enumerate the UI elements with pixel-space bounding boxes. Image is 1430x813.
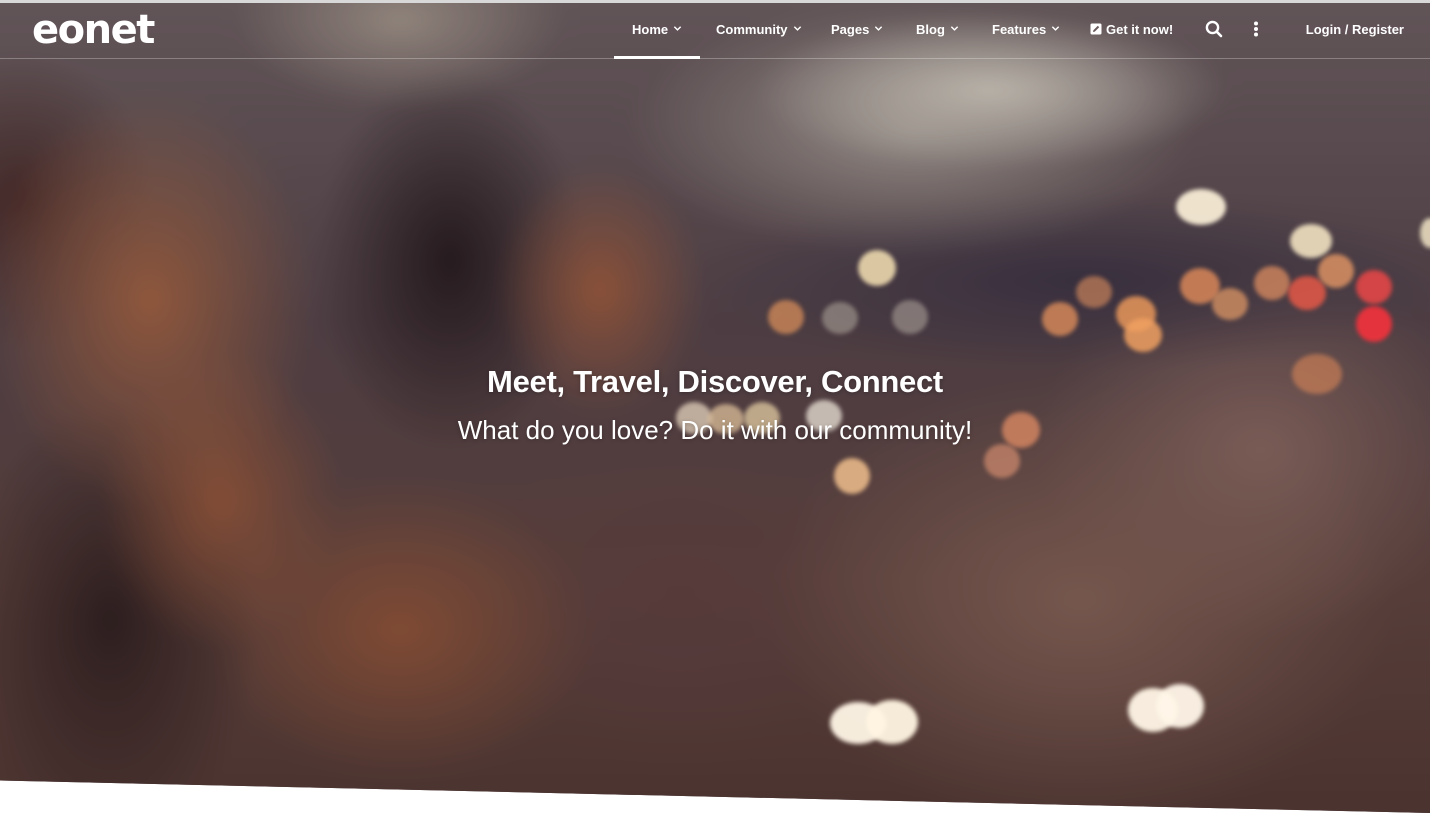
- bokeh-light: [1356, 270, 1392, 304]
- bokeh-light: [892, 300, 928, 334]
- bokeh-light: [768, 300, 804, 334]
- login-register-link[interactable]: Login / Register: [1306, 0, 1404, 58]
- external-edit-icon: [1090, 23, 1102, 35]
- bokeh-light: [1156, 684, 1204, 728]
- nav-item-features[interactable]: Features: [992, 0, 1060, 58]
- bokeh-light: [1356, 306, 1392, 342]
- bokeh-light: [984, 444, 1020, 478]
- nav-item-label: Pages: [831, 21, 870, 37]
- chevron-down-icon: [1052, 26, 1060, 31]
- nav-item-label: Blog: [916, 21, 945, 37]
- vertical-dots-icon: [1254, 21, 1258, 37]
- bokeh-light: [1042, 302, 1078, 336]
- bokeh-light: [1288, 276, 1326, 310]
- bokeh-light: [1076, 276, 1112, 308]
- bokeh-light: [1212, 288, 1248, 320]
- search-button[interactable]: [1202, 17, 1226, 41]
- hero-title: Meet, Travel, Discover, Connect: [487, 364, 943, 399]
- top-navbar: eonet Home Community Pages Blog Features…: [0, 0, 1430, 59]
- bokeh-light: [1254, 266, 1290, 300]
- chevron-down-icon: [875, 26, 883, 31]
- bokeh-light: [1290, 224, 1332, 258]
- hero-subtitle: What do you love? Do it with our communi…: [457, 415, 973, 445]
- nav-item-community[interactable]: Community: [716, 0, 802, 58]
- chevron-down-icon: [950, 26, 959, 31]
- bokeh-light: [866, 700, 918, 744]
- hero-section: [0, 0, 1430, 813]
- site-logo[interactable]: eonet: [32, 6, 155, 54]
- bokeh-light: [1318, 254, 1354, 288]
- search-icon: [1205, 20, 1223, 38]
- nav-item-label: Community: [716, 21, 788, 37]
- chevron-down-icon: [673, 26, 682, 31]
- nav-item-label: Features: [992, 21, 1047, 37]
- bokeh-light: [1124, 318, 1162, 352]
- bokeh-light: [858, 250, 896, 286]
- bokeh-light: [834, 458, 870, 494]
- chevron-down-icon: [793, 26, 801, 31]
- nav-item-pages[interactable]: Pages: [831, 0, 883, 58]
- more-options-button[interactable]: [1248, 17, 1264, 41]
- nav-item-blog[interactable]: Blog: [916, 0, 959, 58]
- nav-item-home[interactable]: Home: [613, 0, 701, 59]
- get-it-now-link[interactable]: Get it now!: [1090, 0, 1173, 58]
- bokeh-light: [822, 302, 858, 334]
- bokeh-light: [1176, 189, 1226, 225]
- get-it-now-label: Get it now!: [1106, 21, 1174, 37]
- nav-item-label: Home: [632, 21, 669, 37]
